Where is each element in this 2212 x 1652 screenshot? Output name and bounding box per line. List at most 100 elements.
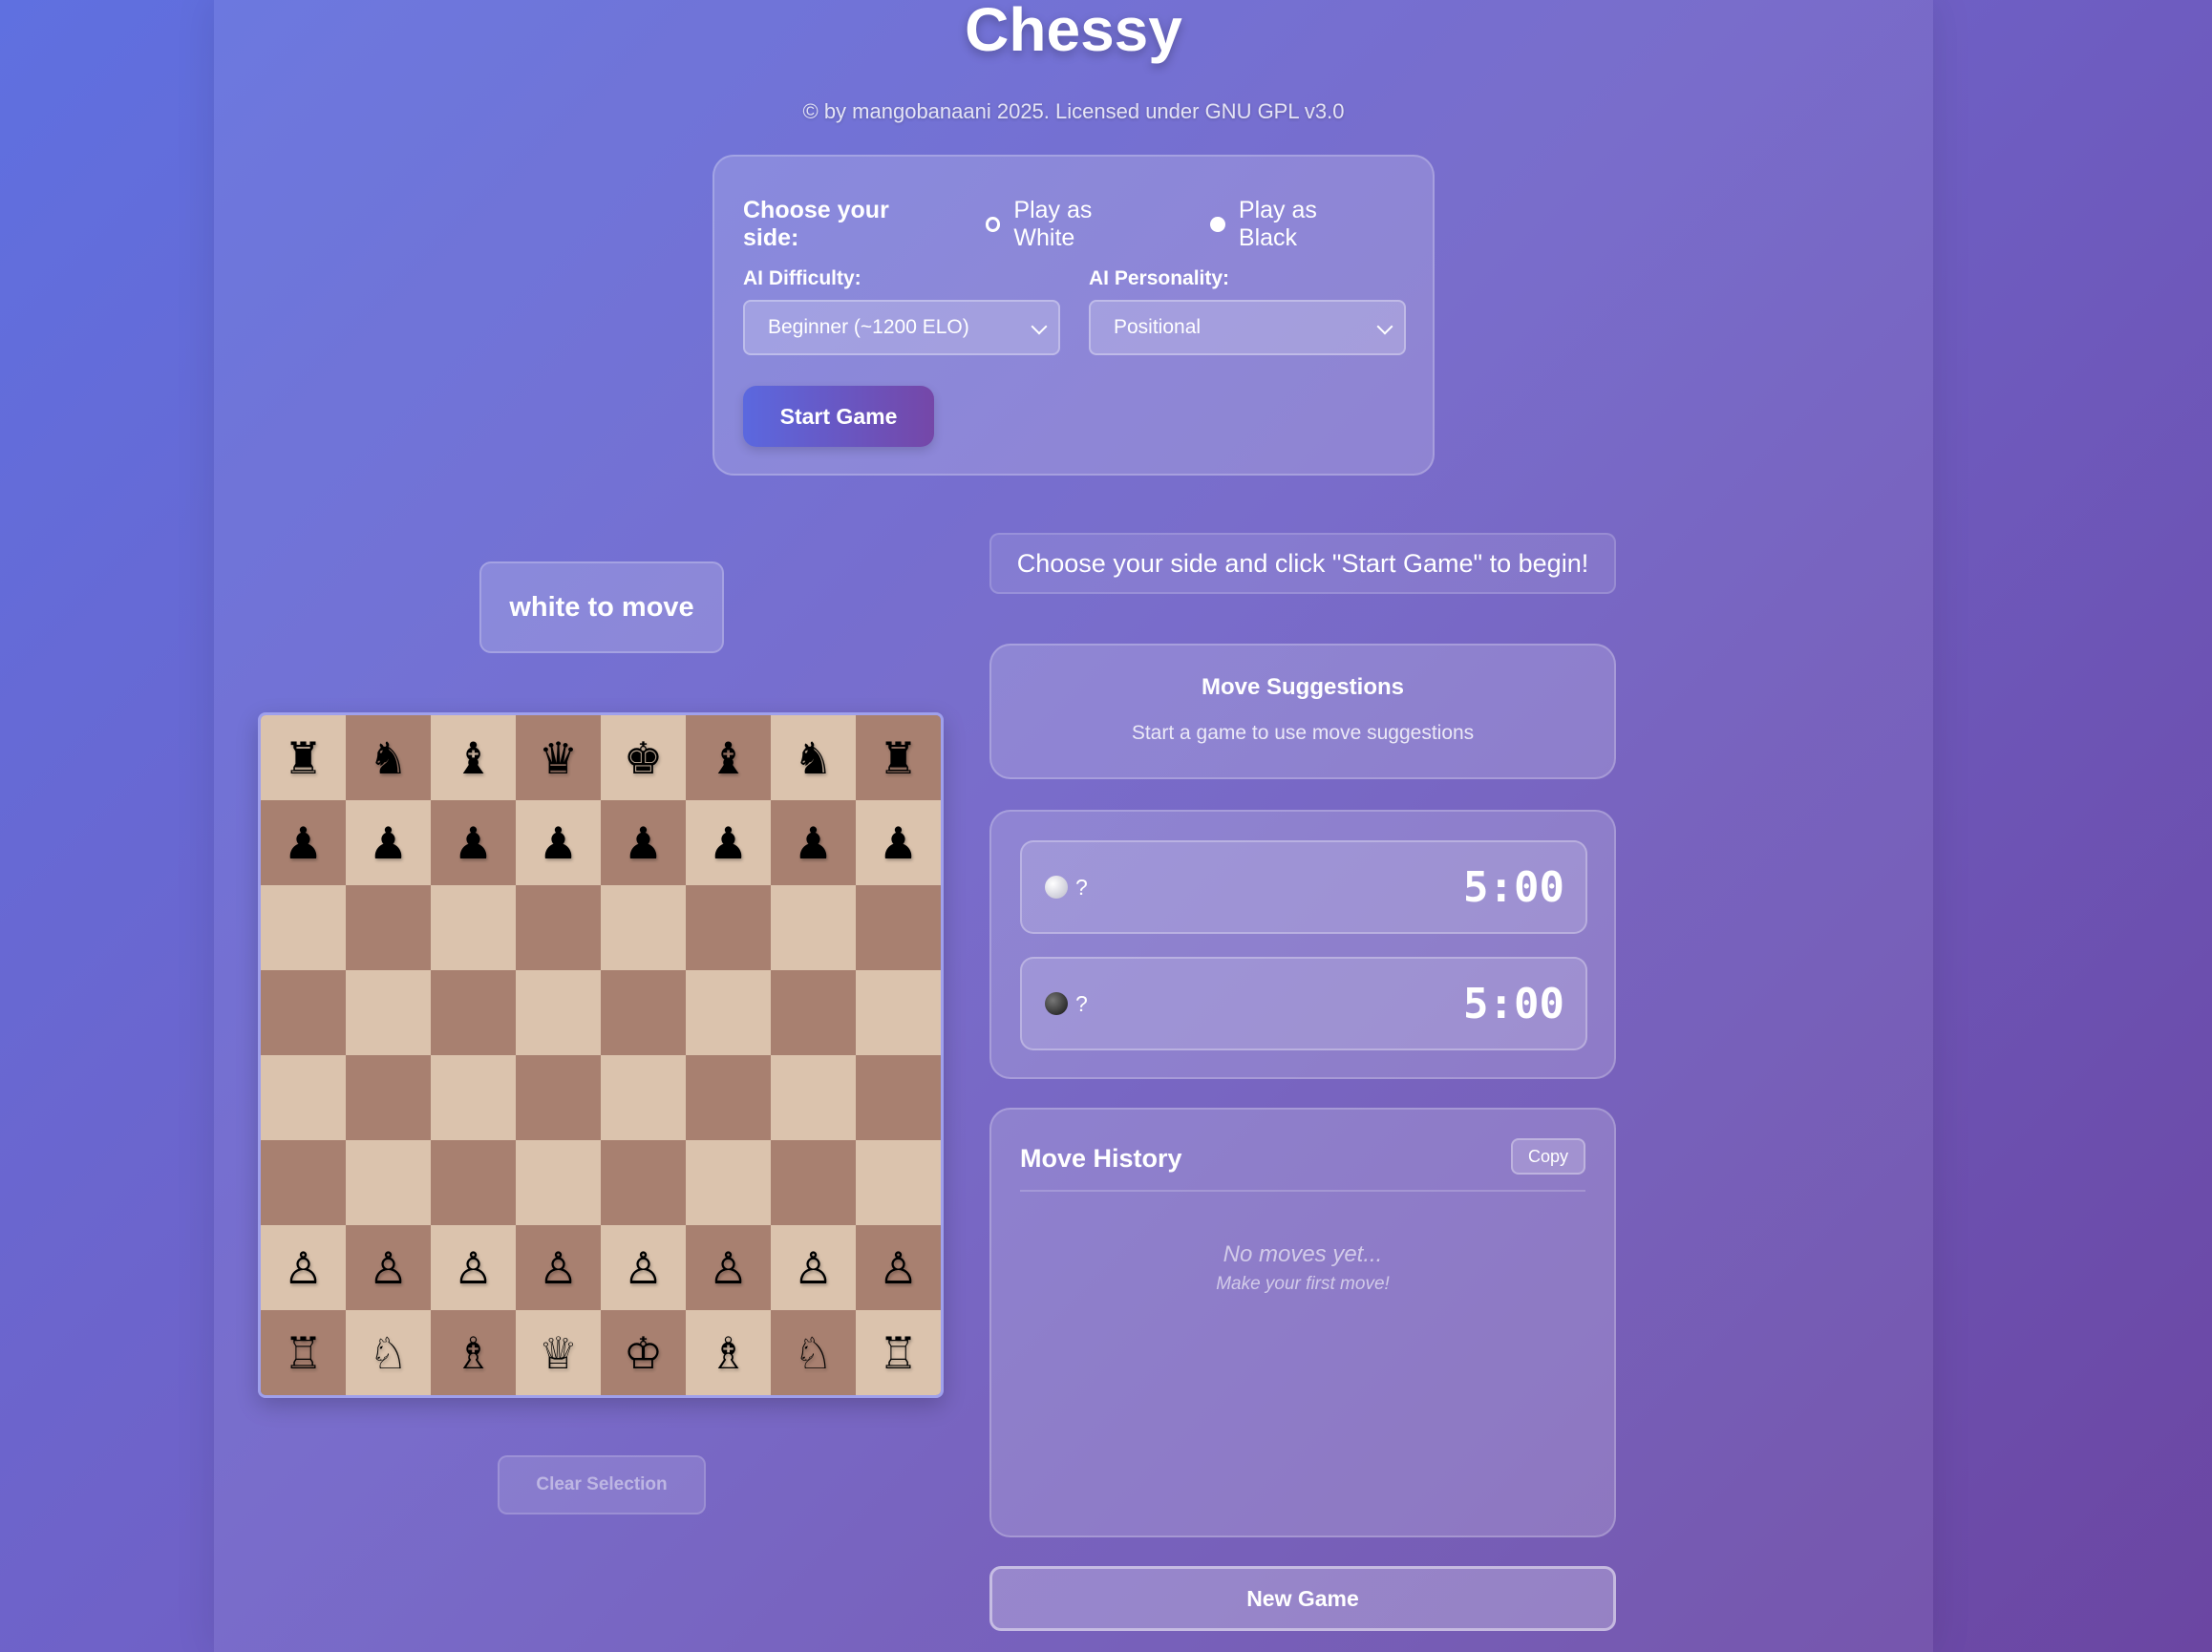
square-c1[interactable]: ♗ [431, 1310, 516, 1395]
square-e8[interactable]: ♚ [601, 715, 686, 800]
square-d3[interactable] [516, 1140, 601, 1225]
chess-piece[interactable]: ♙ [454, 1246, 493, 1290]
square-a7[interactable]: ♟ [261, 800, 346, 885]
chess-piece[interactable]: ♟ [454, 821, 493, 865]
chess-piece[interactable]: ♔ [624, 1331, 663, 1375]
radio-white-indicator[interactable] [985, 217, 1001, 232]
chess-piece[interactable]: ♙ [369, 1246, 408, 1290]
new-game-button[interactable]: New Game [989, 1566, 1616, 1631]
square-d6[interactable] [516, 885, 601, 970]
chess-piece[interactable]: ♖ [284, 1331, 323, 1375]
square-e6[interactable] [601, 885, 686, 970]
square-h8[interactable]: ♜ [856, 715, 941, 800]
square-d7[interactable]: ♟ [516, 800, 601, 885]
square-c7[interactable]: ♟ [431, 800, 516, 885]
square-c2[interactable]: ♙ [431, 1225, 516, 1310]
chess-piece[interactable]: ♟ [284, 821, 323, 865]
square-g1[interactable]: ♘ [771, 1310, 856, 1395]
chess-piece[interactable]: ♞ [794, 736, 833, 780]
chess-piece[interactable]: ♜ [284, 736, 323, 780]
personality-select[interactable]: Positional [1089, 300, 1406, 355]
square-d4[interactable] [516, 1055, 601, 1140]
square-g8[interactable]: ♞ [771, 715, 856, 800]
square-g4[interactable] [771, 1055, 856, 1140]
radio-play-black[interactable]: Play as Black [1210, 197, 1377, 252]
square-c6[interactable] [431, 885, 516, 970]
square-e2[interactable]: ♙ [601, 1225, 686, 1310]
chess-piece[interactable]: ♗ [454, 1331, 493, 1375]
square-a5[interactable] [261, 970, 346, 1055]
square-a2[interactable]: ♙ [261, 1225, 346, 1310]
square-b7[interactable]: ♟ [346, 800, 431, 885]
square-a1[interactable]: ♖ [261, 1310, 346, 1395]
square-b8[interactable]: ♞ [346, 715, 431, 800]
square-g7[interactable]: ♟ [771, 800, 856, 885]
chess-piece[interactable]: ♛ [539, 736, 578, 780]
chess-piece[interactable]: ♘ [794, 1331, 833, 1375]
square-d2[interactable]: ♙ [516, 1225, 601, 1310]
square-h3[interactable] [856, 1140, 941, 1225]
square-g3[interactable] [771, 1140, 856, 1225]
square-e1[interactable]: ♔ [601, 1310, 686, 1395]
square-f4[interactable] [686, 1055, 771, 1140]
square-c4[interactable] [431, 1055, 516, 1140]
square-b1[interactable]: ♘ [346, 1310, 431, 1395]
chess-piece[interactable]: ♞ [369, 736, 408, 780]
chess-piece[interactable]: ♝ [709, 736, 748, 780]
square-a6[interactable] [261, 885, 346, 970]
chess-piece[interactable]: ♟ [369, 821, 408, 865]
square-d5[interactable] [516, 970, 601, 1055]
chess-piece[interactable]: ♙ [709, 1246, 748, 1290]
square-b4[interactable] [346, 1055, 431, 1140]
difficulty-select[interactable]: Beginner (~1200 ELO) [743, 300, 1060, 355]
chess-piece[interactable]: ♚ [624, 736, 663, 780]
square-f7[interactable]: ♟ [686, 800, 771, 885]
square-a4[interactable] [261, 1055, 346, 1140]
square-b6[interactable] [346, 885, 431, 970]
square-b5[interactable] [346, 970, 431, 1055]
square-c5[interactable] [431, 970, 516, 1055]
square-d8[interactable]: ♛ [516, 715, 601, 800]
square-g5[interactable] [771, 970, 856, 1055]
chess-piece[interactable]: ♖ [879, 1331, 918, 1375]
chess-piece[interactable]: ♗ [709, 1331, 748, 1375]
chess-piece[interactable]: ♝ [454, 736, 493, 780]
square-c3[interactable] [431, 1140, 516, 1225]
square-g2[interactable]: ♙ [771, 1225, 856, 1310]
square-d1[interactable]: ♕ [516, 1310, 601, 1395]
start-game-button[interactable]: Start Game [743, 386, 934, 447]
chess-piece[interactable]: ♙ [794, 1246, 833, 1290]
square-c8[interactable]: ♝ [431, 715, 516, 800]
square-e4[interactable] [601, 1055, 686, 1140]
square-h5[interactable] [856, 970, 941, 1055]
square-f2[interactable]: ♙ [686, 1225, 771, 1310]
square-f8[interactable]: ♝ [686, 715, 771, 800]
chess-piece[interactable]: ♕ [539, 1331, 578, 1375]
chess-piece[interactable]: ♟ [794, 821, 833, 865]
clear-selection-button[interactable]: Clear Selection [498, 1455, 706, 1514]
square-f3[interactable] [686, 1140, 771, 1225]
radio-black-indicator[interactable] [1210, 217, 1225, 232]
chess-piece[interactable]: ♟ [709, 821, 748, 865]
chess-piece[interactable]: ♟ [624, 821, 663, 865]
chess-piece[interactable]: ♙ [284, 1246, 323, 1290]
square-e7[interactable]: ♟ [601, 800, 686, 885]
square-b2[interactable]: ♙ [346, 1225, 431, 1310]
square-e3[interactable] [601, 1140, 686, 1225]
chess-piece[interactable]: ♙ [539, 1246, 578, 1290]
copy-history-button[interactable]: Copy [1511, 1138, 1585, 1175]
square-h4[interactable] [856, 1055, 941, 1140]
chess-piece[interactable]: ♙ [624, 1246, 663, 1290]
square-h2[interactable]: ♙ [856, 1225, 941, 1310]
chess-piece[interactable]: ♘ [369, 1331, 408, 1375]
chess-piece[interactable]: ♙ [879, 1246, 918, 1290]
radio-play-white[interactable]: Play as White [985, 197, 1156, 252]
square-h6[interactable] [856, 885, 941, 970]
square-h7[interactable]: ♟ [856, 800, 941, 885]
square-a8[interactable]: ♜ [261, 715, 346, 800]
square-f1[interactable]: ♗ [686, 1310, 771, 1395]
square-f6[interactable] [686, 885, 771, 970]
chess-piece[interactable]: ♟ [539, 821, 578, 865]
square-f5[interactable] [686, 970, 771, 1055]
square-h1[interactable]: ♖ [856, 1310, 941, 1395]
